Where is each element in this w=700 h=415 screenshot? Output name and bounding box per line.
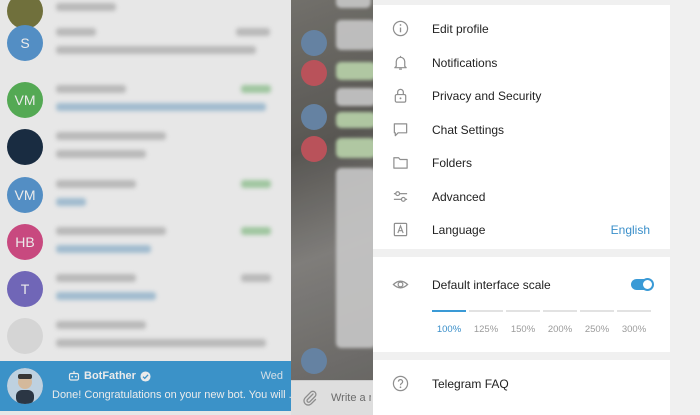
menu-label: Folders [432, 155, 473, 170]
botfather-avatar-icon [7, 368, 43, 404]
scale-option-300[interactable]: 300% [617, 310, 651, 335]
interface-scale-section: Default interface scale 100% 125% 150% 2… [373, 257, 670, 352]
scale-option-150[interactable]: 150% [506, 310, 540, 335]
avatar [301, 60, 327, 86]
language-icon [393, 222, 408, 237]
chat-time: Wed [260, 370, 283, 382]
avatar: VM [7, 82, 43, 118]
default-scale-toggle[interactable] [631, 278, 654, 291]
scale-option-label: 100% [436, 324, 462, 335]
message-input[interactable] [331, 392, 371, 404]
eye-icon [392, 280, 409, 289]
avatar [7, 129, 43, 165]
info-icon [392, 20, 409, 37]
avatar [7, 368, 43, 404]
menu-item-notifications[interactable]: Notifications [373, 46, 670, 79]
chat-list-item[interactable]: T [0, 266, 291, 312]
folder-icon [393, 157, 408, 169]
chat-list-item[interactable] [0, 124, 291, 170]
bell-icon [394, 55, 407, 70]
settings-panel: Edit profile Notifications Privacy and S… [373, 0, 700, 415]
avatar [301, 104, 327, 130]
menu-item-chat-settings[interactable]: Chat Settings [373, 113, 670, 146]
menu-label: Chat Settings [432, 122, 505, 137]
bot-icon [68, 371, 80, 381]
menu-item-telegram-faq[interactable]: Telegram FAQ [373, 367, 670, 400]
chat-name-label: BotFather [84, 370, 136, 382]
scale-option-label: 150% [510, 324, 536, 335]
chat-bubble-icon [393, 123, 408, 137]
menu-item-language[interactable]: Language English [373, 213, 670, 246]
avatar: VM [7, 177, 43, 213]
menu-item-edit-profile[interactable]: Edit profile [373, 12, 670, 45]
scale-option-200[interactable]: 200% [543, 310, 577, 335]
menu-item-advanced[interactable]: Advanced [373, 180, 670, 213]
scale-option-100[interactable]: 100% [432, 310, 466, 335]
chat-list-item[interactable]: VM [0, 172, 291, 218]
scale-option-label: 300% [621, 324, 647, 335]
sliders-icon [393, 191, 408, 202]
language-value: English [610, 222, 650, 237]
scale-option-125[interactable]: 125% [469, 310, 503, 335]
chat-list-item[interactable]: HB [0, 219, 291, 265]
avatar [301, 348, 327, 374]
message-compose-bar [291, 380, 373, 415]
avatar: S [7, 25, 43, 61]
verified-badge-icon [140, 370, 151, 382]
conversation-area [291, 0, 373, 415]
avatar [301, 30, 327, 56]
help-icon [392, 375, 409, 392]
attach-icon[interactable] [302, 390, 318, 406]
scale-option-label: 200% [547, 324, 573, 335]
menu-label: Advanced [432, 189, 486, 204]
lock-icon [394, 88, 407, 103]
scale-option-label: 125% [473, 324, 499, 335]
chat-list-item-botfather[interactable]: BotFather Wed Done! Congratulations on y… [0, 361, 291, 411]
chat-list: S VM VM HB T BotFather Wed Done! Congrat… [0, 0, 291, 415]
chat-name: BotFather [68, 370, 151, 382]
chat-list-item[interactable]: VM [0, 77, 291, 123]
avatar: HB [7, 224, 43, 260]
scale-slider[interactable]: 100% 125% 150% 200% 250% 300% [432, 310, 651, 340]
chat-list-item[interactable]: S [0, 20, 291, 66]
menu-label: Privacy and Security [432, 88, 542, 103]
avatar [7, 318, 43, 354]
scale-label: Default interface scale [432, 277, 551, 292]
menu-label: Language [432, 222, 486, 237]
scale-option-250[interactable]: 250% [580, 310, 614, 335]
faq-section: Telegram FAQ [373, 360, 670, 415]
scale-option-label: 250% [584, 324, 610, 335]
menu-label: Telegram FAQ [432, 376, 509, 391]
menu-item-folders[interactable]: Folders [373, 146, 670, 179]
toggle-knob [641, 278, 654, 291]
avatar [301, 136, 327, 162]
avatar: T [7, 271, 43, 307]
menu-label: Notifications [432, 55, 498, 70]
menu-item-privacy-security[interactable]: Privacy and Security [373, 79, 670, 112]
menu-label: Edit profile [432, 21, 489, 36]
chat-preview: Done! Congratulations on your new bot. Y… [52, 389, 291, 401]
default-scale-row[interactable]: Default interface scale [373, 268, 670, 301]
chat-list-item[interactable] [0, 313, 291, 359]
settings-menu: Edit profile Notifications Privacy and S… [373, 5, 670, 249]
